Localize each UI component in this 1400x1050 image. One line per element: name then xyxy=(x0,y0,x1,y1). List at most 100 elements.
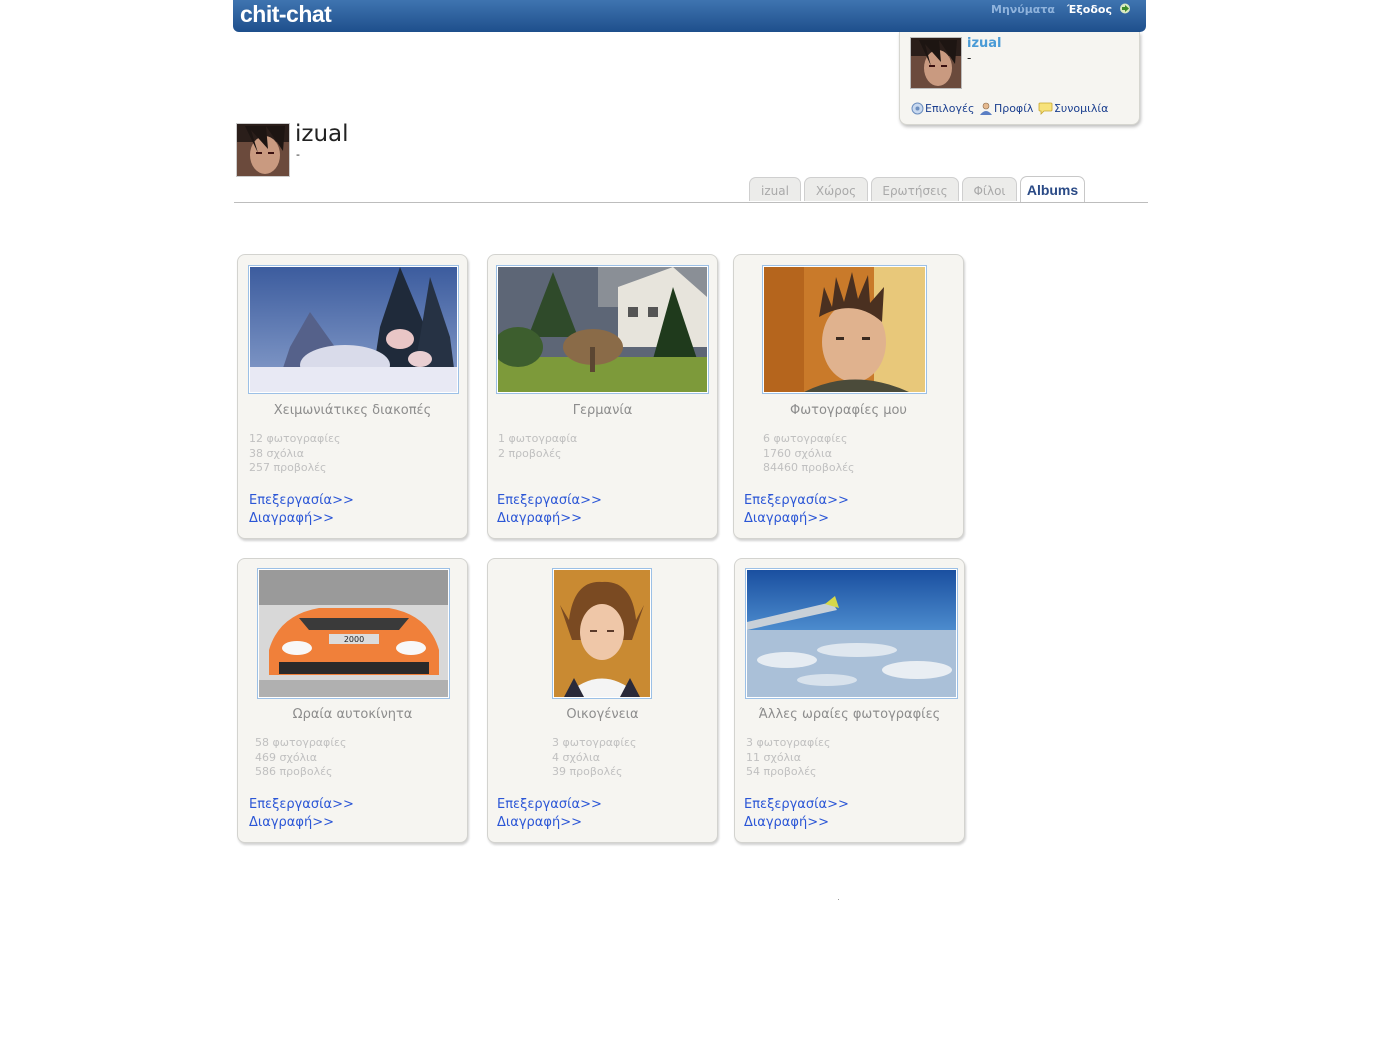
tab-label: Ερωτήσεις xyxy=(882,184,948,198)
site-logo[interactable]: chit-chat xyxy=(240,1,332,28)
album-thumbnail[interactable] xyxy=(745,568,958,699)
album-title[interactable]: Ωραία αυτοκίνητα xyxy=(238,707,467,722)
profile-label: Προφίλ xyxy=(993,102,1034,115)
family-photo xyxy=(554,570,650,697)
user-panel: izual - Επιλογές Προφίλ Συνομιλία xyxy=(899,32,1140,125)
profile-icon xyxy=(979,102,992,115)
edit-link[interactable]: Επεξεργασία>> xyxy=(497,492,602,510)
edit-link[interactable]: Επεξεργασία>> xyxy=(744,796,849,814)
comment-count: 469 σχόλια xyxy=(255,750,318,764)
user-name[interactable]: izual xyxy=(967,36,1002,51)
user-avatar[interactable] xyxy=(910,37,962,89)
winter-photo xyxy=(250,267,457,392)
album-actions: Επεξεργασία>> Διαγραφή>> xyxy=(744,492,849,528)
chat-label: Συνομιλία xyxy=(1053,102,1109,115)
album-thumbnail[interactable]: 2000 xyxy=(257,568,450,699)
sky-photo xyxy=(747,570,956,697)
album-stats: 6 φωτογραφίες 1760 σχόλια 84460 προβολές xyxy=(763,432,855,476)
album-thumbnail[interactable] xyxy=(762,265,927,394)
profile-status: - xyxy=(296,148,300,161)
delete-link[interactable]: Διαγραφή>> xyxy=(249,510,354,528)
album-actions: Επεξεργασία>> Διαγραφή>> xyxy=(497,796,602,832)
germany-photo xyxy=(498,267,707,392)
options-link[interactable]: Επιλογές xyxy=(911,102,974,115)
album-title[interactable]: Οικογένεια xyxy=(488,707,717,722)
logout-arrow-icon xyxy=(1119,3,1130,14)
album-card: Οικογένεια 3 φωτογραφίες 4 σχόλια 39 προ… xyxy=(487,558,718,843)
album-actions: Επεξεργασία>> Διαγραφή>> xyxy=(744,796,849,832)
options-icon xyxy=(911,102,924,115)
photo-count: 3 φωτογραφίες xyxy=(746,736,831,749)
tab-divider xyxy=(234,202,1148,203)
edit-link[interactable]: Επεξεργασία>> xyxy=(249,492,354,510)
album-card: Γερμανία 1 φωτογραφία 2 προβολές Επεξεργ… xyxy=(487,254,718,539)
album-card: Φωτογραφίες μου 6 φωτογραφίες 1760 σχόλι… xyxy=(733,254,964,539)
profile-name: izual xyxy=(295,121,349,147)
album-card: Άλλες ωραίες φωτογραφίες 3 φωτογραφίες 1… xyxy=(734,558,965,843)
photo-count: 6 φωτογραφίες xyxy=(763,432,848,445)
messages-link[interactable]: Μηνύματα xyxy=(991,3,1055,16)
tab-friends[interactable]: Φίλοι xyxy=(962,177,1017,201)
tab-label: Φίλοι xyxy=(973,184,1006,198)
album-title[interactable]: Φωτογραφίες μου xyxy=(734,403,963,418)
user-panel-links: Επιλογές Προφίλ Συνομιλία xyxy=(911,102,1109,118)
tab-questions[interactable]: Ερωτήσεις xyxy=(871,177,959,201)
chat-icon xyxy=(1038,102,1053,115)
tab-izual[interactable]: izual xyxy=(749,177,801,201)
footer-dot xyxy=(838,899,839,900)
album-stats: 3 φωτογραφίες 4 σχόλια 39 προβολές xyxy=(552,736,636,780)
photo-count: 12 φωτογραφίες xyxy=(249,432,341,445)
tab-label: Albums xyxy=(1026,182,1079,198)
comment-count: 1760 σχόλια xyxy=(763,446,833,460)
top-bar: chit-chat Μηνύματα Έξοδος xyxy=(233,0,1146,32)
view-count: 54 προβολές xyxy=(746,765,817,778)
edit-link[interactable]: Επεξεργασία>> xyxy=(249,796,354,814)
edit-link[interactable]: Επεξεργασία>> xyxy=(497,796,602,814)
car-photo: 2000 xyxy=(259,570,448,697)
tab-space[interactable]: Χώρος xyxy=(804,177,868,201)
album-thumbnail[interactable] xyxy=(496,265,709,394)
tab-label: Χώρος xyxy=(815,184,857,198)
album-stats: 12 φωτογραφίες 38 σχόλια 257 προβολές xyxy=(249,432,340,476)
logout-link[interactable]: Έξοδος xyxy=(1067,3,1131,16)
chat-link[interactable]: Συνομιλία xyxy=(1038,102,1108,115)
photo-count: 3 φωτογραφίες xyxy=(552,736,637,749)
album-title[interactable]: Χειμωνιάτικες διακοπές xyxy=(238,403,467,418)
delete-link[interactable]: Διαγραφή>> xyxy=(497,814,602,832)
album-stats: 58 φωτογραφίες 469 σχόλια 586 προβολές xyxy=(255,736,346,780)
comment-count: 4 σχόλια xyxy=(552,750,601,764)
photo-count: 58 φωτογραφίες xyxy=(255,736,347,749)
view-count: 586 προβολές xyxy=(255,765,333,778)
options-label: Επιλογές xyxy=(925,102,975,115)
view-count: 257 προβολές xyxy=(249,461,327,474)
delete-link[interactable]: Διαγραφή>> xyxy=(744,814,849,832)
edit-link[interactable]: Επεξεργασία>> xyxy=(744,492,849,510)
album-actions: Επεξεργασία>> Διαγραφή>> xyxy=(497,492,602,528)
album-card: 2000 Ωραία αυτοκίνητα 58 φωτογραφίες 469… xyxy=(237,558,468,843)
view-count: 2 προβολές xyxy=(498,446,562,460)
tab-label: izual xyxy=(761,184,789,198)
album-actions: Επεξεργασία>> Διαγραφή>> xyxy=(249,492,354,528)
user-status: - xyxy=(967,51,972,65)
license-plate: 2000 xyxy=(344,635,364,644)
comment-count: 38 σχόλια xyxy=(249,446,305,460)
album-stats: 1 φωτογραφία 2 προβολές xyxy=(498,432,577,461)
delete-link[interactable]: Διαγραφή>> xyxy=(249,814,354,832)
comment-count: 11 σχόλια xyxy=(746,750,802,764)
delete-link[interactable]: Διαγραφή>> xyxy=(744,510,849,528)
view-count: 39 προβολές xyxy=(552,765,623,778)
profile-link[interactable]: Προφίλ xyxy=(979,102,1033,115)
album-actions: Επεξεργασία>> Διαγραφή>> xyxy=(249,796,354,832)
album-thumbnail[interactable] xyxy=(248,265,459,394)
album-card: Χειμωνιάτικες διακοπές 12 φωτογραφίες 38… xyxy=(237,254,468,539)
view-count: 84460 προβολές xyxy=(763,461,855,474)
profile-avatar[interactable] xyxy=(236,123,290,177)
selfie-photo xyxy=(764,267,925,392)
delete-link[interactable]: Διαγραφή>> xyxy=(497,510,602,528)
album-stats: 3 φωτογραφίες 11 σχόλια 54 προβολές xyxy=(746,736,830,780)
album-title[interactable]: Γερμανία xyxy=(488,403,717,418)
tab-albums[interactable]: Albums xyxy=(1020,176,1085,203)
album-thumbnail[interactable] xyxy=(552,568,652,699)
logout-label: Έξοδος xyxy=(1067,3,1112,16)
album-title[interactable]: Άλλες ωραίες φωτογραφίες xyxy=(735,707,964,722)
